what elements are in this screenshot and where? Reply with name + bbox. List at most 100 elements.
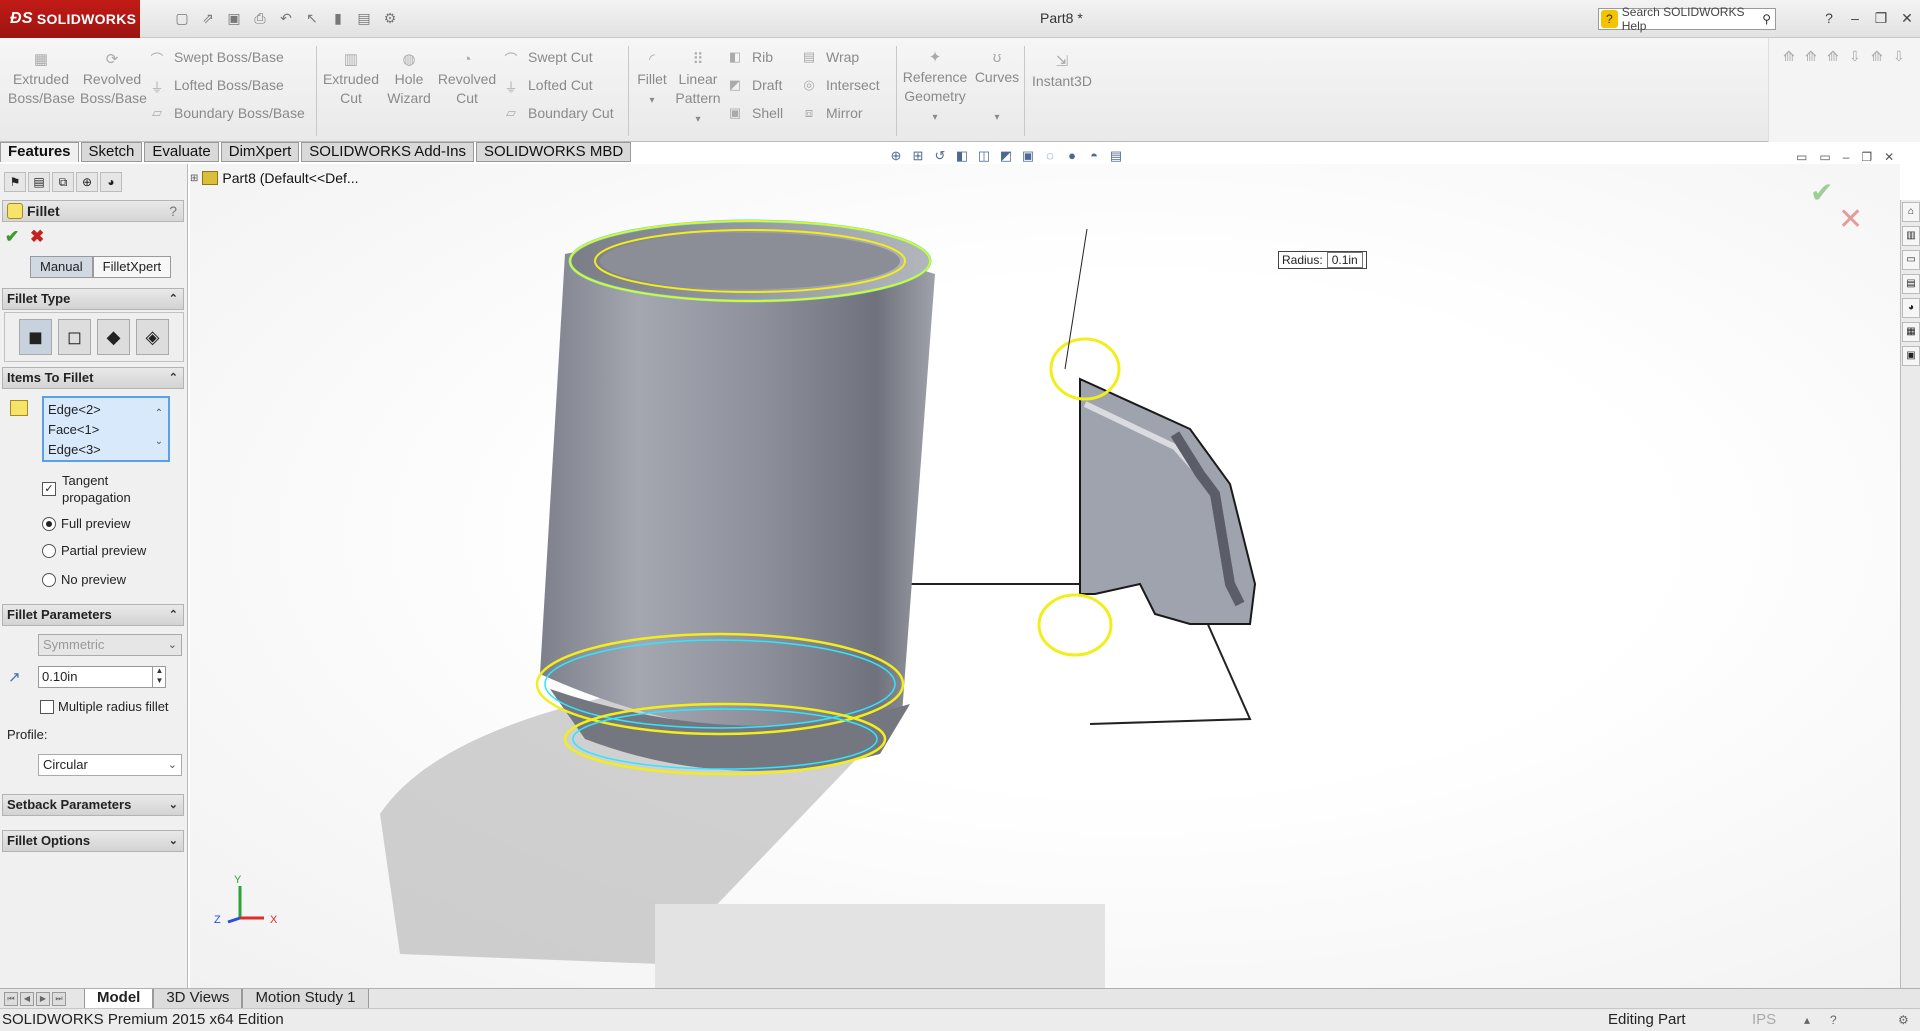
tab-3d-views[interactable]: 3D Views	[153, 989, 243, 1009]
ok-button[interactable]: ✔	[5, 227, 19, 247]
tab-evaluate[interactable]: Evaluate	[144, 142, 219, 162]
units-dropdown-icon[interactable]: ▴	[1804, 1009, 1810, 1031]
radius-callout[interactable]: Radius: 0.1in	[1278, 251, 1367, 269]
close-doc-icon[interactable]: ✕	[1884, 150, 1894, 164]
tab-add-ins[interactable]: SOLIDWORKS Add-Ins	[301, 142, 474, 162]
design-library-icon[interactable]: ▥	[1902, 226, 1920, 246]
viewport-icon[interactable]: ▭	[1796, 150, 1807, 164]
viewport-icon[interactable]: ▭	[1819, 150, 1830, 164]
revolved-cut-button[interactable]: ◔ Revolved Cut	[436, 50, 498, 108]
items-to-fillet-header[interactable]: Items To Fillet ⌃	[2, 367, 184, 389]
toolbar-icon[interactable]: ⟰	[1805, 48, 1817, 65]
curves-button[interactable]: ʊ Curves ▾	[972, 48, 1022, 127]
new-icon[interactable]: ▢	[172, 8, 192, 28]
full-preview-radio[interactable]	[42, 517, 56, 531]
revolved-boss-button[interactable]: ⟳ Revolved Boss/Base	[80, 50, 147, 108]
instant3d-button[interactable]: ⇲ Instant3D	[1028, 52, 1096, 91]
search-icon[interactable]: ⚲	[1762, 12, 1771, 26]
full-round-fillet-icon[interactable]: ◈	[136, 319, 169, 355]
fillet-parameters-header[interactable]: Fillet Parameters ⌃	[2, 604, 184, 626]
wrap-button[interactable]: ▤ Wrap	[800, 46, 859, 68]
extruded-cut-button[interactable]: ▥ Extruded Cut	[320, 50, 382, 108]
expand-icon[interactable]: ⌄	[169, 831, 178, 851]
search-input[interactable]: Search SOLIDWORKS Help	[1622, 5, 1762, 33]
last-tab-icon[interactable]: ⏭	[52, 992, 66, 1006]
configuration-manager-icon[interactable]: ⧉	[52, 172, 74, 192]
reference-dropdown-icon[interactable]: ▾	[932, 112, 937, 123]
home-icon[interactable]: ⌂	[1902, 202, 1920, 222]
multiple-radius-checkbox[interactable]	[40, 700, 54, 714]
hole-wizard-button[interactable]: ◍ Hole Wizard	[380, 50, 438, 108]
view-orientation-icon[interactable]: ◩	[998, 148, 1014, 164]
swept-cut-button[interactable]: ⌒ Swept Cut	[502, 46, 592, 68]
tab-features[interactable]: Features	[0, 142, 79, 162]
feature-tree-root[interactable]: ⊞ Part8 (Default<<Def...	[190, 170, 359, 186]
toolbar-icon[interactable]: ⟰	[1783, 48, 1795, 65]
rebuild-icon[interactable]: ▮	[328, 8, 348, 28]
setback-parameters-header[interactable]: Setback Parameters ⌄	[2, 794, 184, 816]
minimize-doc-icon[interactable]: –	[1843, 150, 1850, 164]
tab-manual[interactable]: Manual	[30, 256, 93, 278]
search-help-box[interactable]: ? Search SOLIDWORKS Help ⚲	[1598, 5, 1776, 33]
tab-filletxpert[interactable]: FilletXpert	[92, 256, 172, 278]
view-settings-icon[interactable]: ▤	[1108, 148, 1124, 164]
fillet-button[interactable]: ◜ Fillet ▾	[632, 50, 672, 110]
rib-button[interactable]: ◧ Rib	[726, 46, 773, 68]
hide-show-icon[interactable]: ◌	[1042, 148, 1058, 164]
draft-button[interactable]: ◩ Draft	[726, 74, 783, 96]
help-icon[interactable]: ?	[1820, 8, 1838, 28]
tab-model[interactable]: Model	[84, 989, 154, 1009]
minimize-icon[interactable]: –	[1846, 8, 1864, 28]
tangent-propagation-checkbox[interactable]: ✓	[42, 482, 56, 496]
close-icon[interactable]: ✕	[1898, 8, 1916, 28]
list-item[interactable]: Edge<3>	[48, 440, 164, 460]
file-explorer-icon[interactable]: ▭	[1902, 250, 1920, 270]
tab-sketch[interactable]: Sketch	[80, 142, 143, 162]
zoom-area-icon[interactable]: ⊞	[910, 148, 926, 164]
solidworks-logo[interactable]: ƉS SOLIDWORKS	[0, 0, 140, 38]
expand-icon[interactable]: ⌄	[169, 795, 178, 815]
boundary-cut-button[interactable]: ▱ Boundary Cut	[502, 102, 614, 124]
tab-dimxpert[interactable]: DimXpert	[220, 142, 300, 162]
variable-size-fillet-icon[interactable]: ◻	[58, 319, 91, 355]
undo-icon[interactable]: ↶	[276, 8, 296, 28]
radius-input[interactable]: 0.10in ▲ ▼	[38, 666, 166, 688]
constant-radius-fillet-icon[interactable]: ◼	[19, 319, 52, 355]
file-properties-icon[interactable]: ▤	[354, 8, 374, 28]
display-manager-icon[interactable]: ◕	[100, 172, 122, 192]
reference-geometry-button[interactable]: ✦ Reference Geometry ▾	[900, 48, 970, 127]
display-style-icon[interactable]: ▣	[1020, 148, 1036, 164]
toolbar-icon[interactable]: ⇩	[1893, 48, 1905, 65]
profile-dropdown[interactable]: Circular ⌄	[38, 754, 182, 776]
fillet-options-header[interactable]: Fillet Options ⌄	[2, 830, 184, 852]
next-tab-icon[interactable]: ▶	[36, 992, 50, 1006]
curves-dropdown-icon[interactable]: ▾	[994, 112, 999, 123]
dimxpert-manager-icon[interactable]: ⊕	[76, 172, 98, 192]
options-icon[interactable]: ⚙	[380, 8, 400, 28]
extruded-boss-button[interactable]: ▦ Extruded Boss/Base	[8, 50, 75, 108]
list-item[interactable]: Edge<2>	[48, 400, 164, 420]
collapse-icon[interactable]: ⌃	[169, 605, 178, 625]
appearances-icon[interactable]: ◕	[1902, 298, 1920, 318]
shell-button[interactable]: ▣ Shell	[726, 102, 783, 124]
cancel-button[interactable]: ✖	[30, 227, 44, 247]
no-preview-radio[interactable]	[42, 573, 56, 587]
collapse-icon[interactable]: ⌃	[169, 368, 178, 388]
toolbar-icon[interactable]: ⟰	[1827, 48, 1839, 65]
restore-doc-icon[interactable]: ❐	[1861, 150, 1872, 164]
section-view-icon[interactable]: ◧	[954, 148, 970, 164]
items-to-fillet-list[interactable]: Edge<2> Face<1> Edge<3> ⌃ ⌄	[42, 396, 170, 462]
custom-properties-icon[interactable]: ▦	[1902, 322, 1920, 342]
dynamic-annotation-icon[interactable]: ◫	[976, 148, 992, 164]
radius-spinner[interactable]: ▲ ▼	[152, 666, 166, 688]
graphics-area[interactable]: Y X Z ⊞ Part8 (Default<<Def... ✔ ✕ Radiu…	[190, 164, 1900, 988]
first-tab-icon[interactable]: ⏮	[4, 992, 18, 1006]
partial-preview-radio[interactable]	[42, 544, 56, 558]
mug-model[interactable]: Y X Z	[190, 164, 1900, 988]
property-manager-icon[interactable]: ▤	[28, 172, 50, 192]
customize-icon[interactable]: ⚙	[1898, 1009, 1909, 1031]
lofted-boss-button[interactable]: ⏚ Lofted Boss/Base	[148, 74, 283, 96]
confirm-cancel-icon[interactable]: ✕	[1838, 202, 1863, 237]
prev-tab-icon[interactable]: ◀	[20, 992, 34, 1006]
edit-appearance-icon[interactable]: ●	[1064, 148, 1080, 164]
